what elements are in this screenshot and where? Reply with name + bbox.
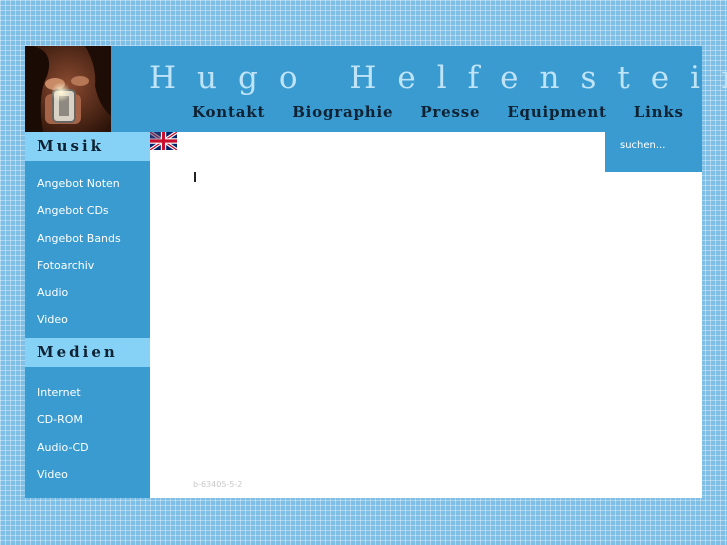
nav-biographie[interactable]: Biographie bbox=[292, 103, 393, 121]
menu-item-angebot-bands[interactable]: Angebot Bands bbox=[37, 231, 121, 258]
text-cursor bbox=[194, 172, 196, 182]
uk-flag-icon[interactable] bbox=[149, 130, 178, 152]
search-label[interactable]: suchen... bbox=[620, 140, 665, 151]
menu-item-audio-cd[interactable]: Audio-CD bbox=[37, 440, 89, 467]
menu-item-angebot-cds[interactable]: Angebot CDs bbox=[37, 203, 121, 230]
musik-menu: Angebot Noten Angebot CDs Angebot Bands … bbox=[37, 176, 121, 340]
medien-menu: Internet CD-ROM Audio-CD Video bbox=[37, 385, 89, 494]
nav-kontakt[interactable]: Kontakt bbox=[192, 103, 265, 121]
menu-item-cd-rom[interactable]: CD-ROM bbox=[37, 412, 89, 439]
main-content: suchen... b-63405-5-2 bbox=[149, 130, 702, 498]
nav-presse[interactable]: Presse bbox=[420, 103, 480, 121]
nav-links[interactable]: Links bbox=[634, 103, 684, 121]
footer-code: b-63405-5-2 bbox=[193, 480, 243, 489]
menu-item-video-medien[interactable]: Video bbox=[37, 467, 89, 494]
menu-item-video[interactable]: Video bbox=[37, 312, 121, 339]
menu-item-angebot-noten[interactable]: Angebot Noten bbox=[37, 176, 121, 203]
site-title: Hugo Helfenstein bbox=[149, 60, 727, 96]
search-box[interactable]: suchen... bbox=[605, 132, 702, 172]
menu-item-fotoarchiv[interactable]: Fotoarchiv bbox=[37, 258, 121, 285]
nav-equipment[interactable]: Equipment bbox=[507, 103, 606, 121]
section-heading-medien: Medien bbox=[25, 338, 150, 367]
top-navigation: Kontakt Biographie Presse Equipment Link… bbox=[192, 103, 684, 121]
menu-item-internet[interactable]: Internet bbox=[37, 385, 89, 412]
menu-item-audio[interactable]: Audio bbox=[37, 285, 121, 312]
page-frame: Hugo Helfenstein Kontakt Biographie Pres… bbox=[25, 46, 727, 498]
portrait-photo bbox=[25, 46, 111, 132]
section-heading-musik: Musik bbox=[25, 132, 150, 161]
